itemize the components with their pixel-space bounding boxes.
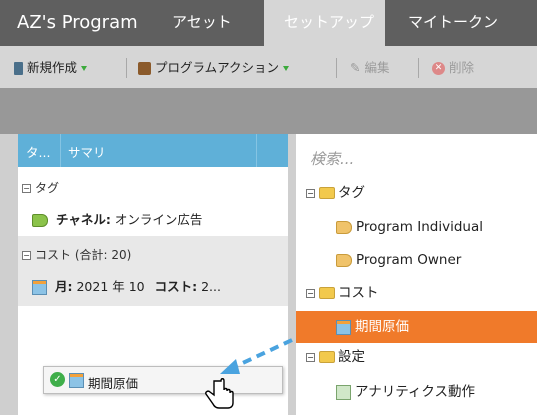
tag-group-header[interactable]: − タグ — [22, 179, 59, 196]
folder-icon — [319, 187, 335, 199]
program-actions-label: プログラムアクション — [154, 60, 279, 75]
collapse-icon[interactable]: − — [22, 251, 31, 260]
tag-icon — [336, 253, 352, 267]
collapse-icon[interactable]: − — [306, 188, 315, 198]
folder-icon — [319, 287, 335, 299]
tag-icon — [336, 220, 352, 234]
column-header-tag[interactable]: タ... — [26, 142, 50, 161]
month-value: 2021 年 10 — [76, 279, 145, 294]
tree-folder-cost-label: コスト — [338, 285, 379, 301]
program-individual-label: Program Individual — [356, 219, 483, 235]
new-button-label: 新規作成 — [26, 60, 77, 75]
analytics-icon — [336, 384, 351, 400]
tab-my-tokens[interactable]: マイトークン — [408, 0, 498, 46]
new-button[interactable]: 新規作成 — [14, 59, 87, 77]
calendar-icon — [69, 373, 84, 388]
tree-item-program-individual[interactable]: Program Individual — [336, 216, 483, 238]
tag-row-label: チャネル: — [55, 212, 111, 227]
month-label: 月: — [54, 279, 73, 294]
program-owner-label: Program Owner — [356, 252, 462, 268]
tab-setup[interactable]: セットアップ — [264, 0, 385, 46]
program-title: AZ's Program — [17, 12, 138, 33]
toolbar-divider — [126, 58, 127, 78]
calendar-icon — [336, 319, 351, 335]
cost-label: コスト: — [154, 279, 198, 294]
delete-icon: ✕ — [432, 62, 445, 75]
calendar-icon — [32, 280, 47, 295]
cost-row[interactable]: 月: 2021 年 10 コスト: 2... — [32, 276, 221, 295]
collapse-icon[interactable]: − — [22, 184, 31, 193]
tag-tree-panel: 検索... − タグ Program Individual Program Own… — [296, 134, 537, 415]
tree-item-period-cost[interactable]: 期間原価 — [296, 311, 537, 343]
delete-button-label: 削除 — [448, 60, 474, 75]
tree-folder-tag[interactable]: − タグ — [306, 182, 365, 204]
check-icon: ✓ — [50, 372, 65, 387]
collapse-icon[interactable]: − — [306, 352, 315, 362]
dropdown-arrow-icon — [283, 66, 289, 71]
toolbar-divider — [336, 58, 337, 78]
cost-group: − コスト (合計: 20) 月: 2021 年 10 コスト: 2... — [18, 236, 288, 306]
grid-header: タ... サマリ — [18, 134, 288, 167]
tag-icon — [32, 214, 48, 227]
column-header-summary[interactable]: サマリ — [68, 142, 106, 161]
tag-row-value: オンライン広告 — [114, 212, 203, 227]
drag-ghost: ✓ 期間原価 — [43, 366, 283, 394]
collapse-icon[interactable]: − — [306, 288, 315, 298]
search-input[interactable]: 検索... — [310, 148, 354, 169]
header-band — [0, 88, 537, 134]
drag-ghost-label: 期間原価 — [88, 376, 139, 391]
tree-folder-cost[interactable]: − コスト — [306, 282, 379, 304]
cost-value: 2... — [201, 279, 221, 294]
tag-row[interactable]: チャネル: オンライン広告 — [32, 209, 202, 228]
period-cost-label: 期間原価 — [355, 319, 409, 335]
cost-group-header[interactable]: − コスト (合計: 20) — [22, 246, 131, 263]
toolbar: 新規作成 プログラムアクション ✎ 編集 ✕ 削除 — [0, 46, 537, 88]
edit-button-label: 編集 — [364, 60, 390, 75]
column-divider[interactable] — [256, 134, 257, 167]
top-navigation-bar: AZ's Program アセット セットアップ マイトークン — [0, 0, 537, 46]
delete-button[interactable]: ✕ 削除 — [432, 59, 474, 77]
new-icon — [14, 62, 23, 75]
program-actions-icon — [138, 62, 151, 75]
tab-assets[interactable]: アセット — [172, 0, 232, 46]
cost-group-label: コスト (合計: 20) — [35, 248, 132, 262]
folder-icon — [319, 351, 335, 363]
toolbar-divider — [418, 58, 419, 78]
tree-item-program-owner[interactable]: Program Owner — [336, 249, 461, 271]
edit-button[interactable]: ✎ 編集 — [350, 59, 389, 77]
column-divider[interactable] — [60, 134, 61, 167]
program-actions-button[interactable]: プログラムアクション — [138, 59, 289, 77]
tree-item-analytics-action[interactable]: アナリティクス動作 — [336, 381, 475, 403]
tag-group-label: タグ — [35, 181, 60, 195]
pencil-icon: ✎ — [350, 60, 361, 75]
tree-folder-settings[interactable]: − 設定 — [306, 346, 365, 368]
tree-folder-tag-label: タグ — [338, 185, 365, 201]
dropdown-arrow-icon — [81, 66, 87, 71]
tree-folder-settings-label: 設定 — [338, 349, 365, 365]
analytics-action-label: アナリティクス動作 — [355, 384, 476, 400]
